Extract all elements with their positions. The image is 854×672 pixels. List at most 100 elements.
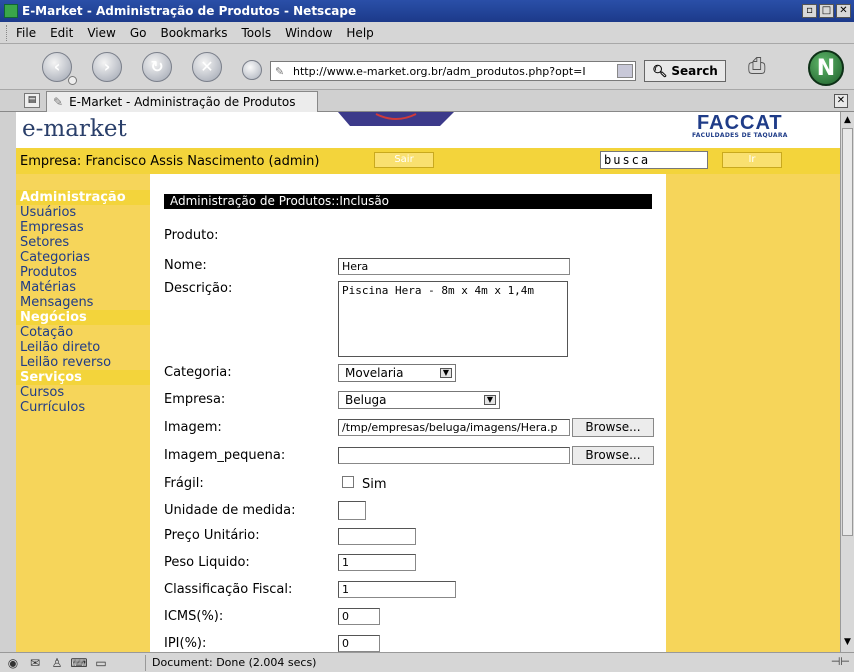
stop-button[interactable]: ✕ xyxy=(192,52,222,82)
menu-file[interactable]: File xyxy=(16,26,36,40)
window-title: E-Market - Administração de Produtos - N… xyxy=(22,4,357,18)
faccat-logo-text: FACCAT xyxy=(697,112,783,134)
close-window-button[interactable]: ✕ xyxy=(836,4,851,18)
page-viewport: e-market FACCAT FACULDADES DE TAQUARA Em… xyxy=(16,112,840,652)
scroll-down-icon[interactable]: ▼ xyxy=(842,636,853,648)
mail-icon[interactable]: ✉ xyxy=(26,656,44,670)
status-bar: ◉ ✉ ♙ ⌨ ▭ Document: Done (2.004 secs) ⊣⊢ xyxy=(0,652,854,672)
fragil-label: Frágil: xyxy=(164,476,204,491)
maximize-button[interactable]: □ xyxy=(819,4,834,18)
imagem-browse-button[interactable]: Browse... xyxy=(572,418,654,437)
tab-page-icon: ✎ xyxy=(53,95,64,109)
classificacao-input[interactable]: 1 xyxy=(338,581,456,598)
menu-bookmarks[interactable]: Bookmarks xyxy=(160,26,227,40)
scroll-thumb[interactable] xyxy=(842,128,853,536)
sidebar-item-cursos[interactable]: Cursos xyxy=(16,385,150,400)
page-icon: ✎ xyxy=(275,65,285,78)
unidade-input[interactable] xyxy=(338,501,366,520)
back-button[interactable]: ‹ xyxy=(42,52,77,85)
sidebar-item-usuarios[interactable]: Usuários xyxy=(16,205,150,220)
menu-go[interactable]: Go xyxy=(130,26,147,40)
print-icon[interactable]: ⎙ xyxy=(748,54,774,79)
empresa-selected: Beluga xyxy=(345,393,387,407)
icms-label: ICMS(%): xyxy=(164,609,224,624)
reload-button[interactable]: ↻ xyxy=(142,52,172,82)
chevron-down-icon: ▼ xyxy=(484,395,496,405)
vertical-scrollbar[interactable]: ▲ ▼ xyxy=(840,112,854,652)
speakers-banner xyxy=(338,112,454,126)
empresa-select[interactable]: Beluga ▼ xyxy=(338,391,500,409)
address-book-icon[interactable]: ▭ xyxy=(92,656,110,670)
logout-button[interactable]: Sair xyxy=(374,152,434,168)
scroll-up-icon[interactable]: ▲ xyxy=(842,114,853,126)
security-lock-icon[interactable]: ⊣⊢ xyxy=(831,655,850,668)
ipi-input[interactable]: 0 xyxy=(338,635,380,652)
fragil-option-label: Sim xyxy=(362,477,387,492)
nome-label: Nome: xyxy=(164,258,207,273)
netscape-logo-icon[interactable]: N xyxy=(808,50,844,86)
menu-edit[interactable]: Edit xyxy=(50,26,73,40)
product-form: Administração de Produtos::Inclusão Prod… xyxy=(150,174,666,652)
sidebar-item-mensagens[interactable]: Mensagens xyxy=(16,295,150,310)
search-input[interactable]: busca xyxy=(600,151,708,169)
icms-input[interactable]: 0 xyxy=(338,608,380,625)
sidebar-item-leilao-direto[interactable]: Leilão direto xyxy=(16,340,150,355)
navigator-icon[interactable]: ◉ xyxy=(4,656,22,670)
sidebar-item-categorias[interactable]: Categorias xyxy=(16,250,150,265)
composer-icon[interactable]: ⌨ xyxy=(70,656,88,670)
emarket-logo[interactable]: e-market xyxy=(22,116,127,142)
sidebar-section-servicos: Serviços xyxy=(16,370,150,385)
empresa-label: Empresa: xyxy=(164,392,226,407)
ipi-label: IPI(%): xyxy=(164,636,207,651)
home-button[interactable] xyxy=(242,60,262,80)
imagem-pequena-label: Imagem_pequena: xyxy=(164,448,286,463)
magnifier-icon: 🔍︎ xyxy=(652,64,668,78)
url-text[interactable]: http://www.e-market.org.br/adm_produtos.… xyxy=(293,65,617,78)
fragil-checkbox[interactable] xyxy=(342,476,354,488)
netscape-app-icon xyxy=(4,4,18,18)
descricao-textarea[interactable]: Piscina Hera - 8m x 4m x 1,4m xyxy=(338,281,568,357)
url-bar[interactable]: ✎ http://www.e-market.org.br/adm_produto… xyxy=(270,61,636,81)
search-go-button[interactable]: Ir xyxy=(722,152,782,168)
menu-bar: File Edit View Go Bookmarks Tools Window… xyxy=(0,22,854,44)
close-tab-icon[interactable]: ✕ xyxy=(834,94,848,108)
sidebar-item-empresas[interactable]: Empresas xyxy=(16,220,150,235)
categoria-label: Categoria: xyxy=(164,365,232,380)
site-header: e-market FACCAT FACULDADES DE TAQUARA xyxy=(16,112,840,148)
window-titlebar: E-Market - Administração de Produtos - N… xyxy=(0,0,854,22)
sidebar-item-setores[interactable]: Setores xyxy=(16,235,150,250)
back-dropdown-icon[interactable] xyxy=(68,76,77,85)
minimize-button[interactable]: ▫ xyxy=(802,4,817,18)
sidebar-item-curriculos[interactable]: Currículos xyxy=(16,400,150,415)
sidebar-section-negocios: Negócios xyxy=(16,310,150,325)
categoria-select[interactable]: Movelaria ▼ xyxy=(338,364,456,382)
new-tab-icon[interactable]: ▤ xyxy=(24,93,40,108)
sidebar-section-administracao: Administração xyxy=(16,190,150,205)
status-text: Document: Done (2.004 secs) xyxy=(145,655,845,671)
search-button[interactable]: 🔍︎ Search xyxy=(644,60,726,82)
sidebar-item-cotacao[interactable]: Cotação xyxy=(16,325,150,340)
sidebar-item-materias[interactable]: Matérias xyxy=(16,280,150,295)
peso-input[interactable]: 1 xyxy=(338,554,416,571)
nome-input[interactable]: Hera xyxy=(338,258,570,275)
categoria-selected: Movelaria xyxy=(345,366,404,380)
menu-window[interactable]: Window xyxy=(285,26,332,40)
imagem-pequena-file-input[interactable] xyxy=(338,447,570,464)
left-gutter xyxy=(0,112,16,652)
faccat-logo: FACCAT FACULDADES DE TAQUARA xyxy=(692,112,788,139)
sidebar-item-leilao-reverso[interactable]: Leilão reverso xyxy=(16,355,150,370)
imagem-file-input[interactable]: /tmp/empresas/beluga/imagens/Hera.p xyxy=(338,419,570,436)
preco-label: Preço Unitário: xyxy=(164,528,260,543)
produto-label: Produto: xyxy=(164,228,219,243)
descricao-label: Descrição: xyxy=(164,281,233,296)
tab-active[interactable]: ✎ E-Market - Administração de Produtos xyxy=(46,91,318,112)
url-history-dropdown[interactable] xyxy=(617,64,633,78)
preco-input[interactable] xyxy=(338,528,416,545)
imagem-pequena-browse-button[interactable]: Browse... xyxy=(572,446,654,465)
chat-icon[interactable]: ♙ xyxy=(48,656,66,670)
menu-tools[interactable]: Tools xyxy=(242,26,272,40)
menu-help[interactable]: Help xyxy=(346,26,373,40)
sidebar-item-produtos[interactable]: Produtos xyxy=(16,265,150,280)
menu-view[interactable]: View xyxy=(87,26,115,40)
forward-button[interactable]: › xyxy=(92,52,122,82)
